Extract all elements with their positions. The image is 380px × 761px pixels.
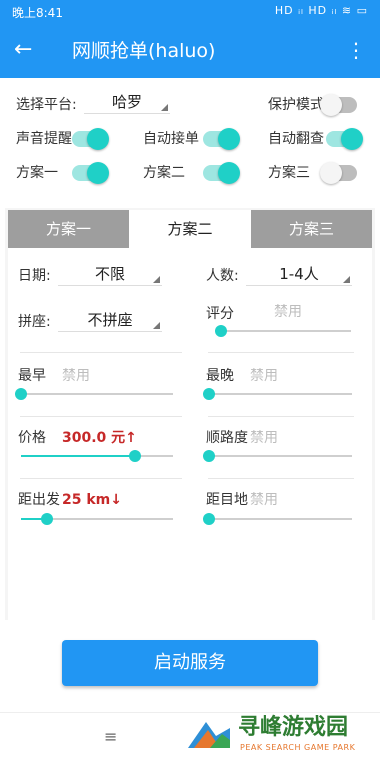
- price-label: 价格: [18, 430, 46, 446]
- latest-value: 禁用: [250, 368, 278, 384]
- plan2-toggle[interactable]: [203, 162, 240, 184]
- earliest-label: 最早: [18, 368, 46, 384]
- divider: [20, 478, 182, 479]
- latest-label: 最晚: [206, 368, 234, 384]
- toggle-knob: [320, 162, 342, 184]
- divider: [208, 478, 354, 479]
- toggle-knob: [87, 162, 109, 184]
- protect-mode-label: 保护模式: [268, 97, 324, 113]
- tab-plan3[interactable]: 方案三: [251, 210, 372, 248]
- tab-plan2[interactable]: 方案二: [129, 210, 251, 248]
- dest-label: 距目地: [206, 492, 248, 508]
- slider-thumb[interactable]: [203, 388, 215, 400]
- watermark-logo: [188, 722, 230, 748]
- dest-value: 禁用: [250, 492, 278, 508]
- toggle-knob: [87, 128, 109, 150]
- divider: [208, 416, 354, 417]
- tab-plan1[interactable]: 方案一: [8, 210, 129, 248]
- platform-select[interactable]: 哈罗: [84, 91, 170, 114]
- slider-thumb[interactable]: [15, 388, 27, 400]
- latest-slider[interactable]: [203, 388, 352, 400]
- slider-thumb[interactable]: [129, 450, 141, 462]
- status-bar: 晚上8:41 HD ᵢₗ HD ᵢₗ ≋ ▭: [0, 0, 380, 24]
- people-select[interactable]: 1-4人: [246, 263, 352, 286]
- rating-value: 禁用: [274, 304, 302, 320]
- auto-flip-label: 自动翻查: [268, 131, 324, 147]
- slider-thumb[interactable]: [40, 513, 53, 525]
- watermark-title: 寻峰游戏园: [238, 715, 349, 740]
- date-label: 日期:: [18, 268, 51, 284]
- dest-slider[interactable]: [203, 513, 352, 525]
- auto-accept-label: 自动接单: [143, 131, 199, 147]
- route-label: 顺路度: [206, 430, 248, 446]
- status-time: 晚上8:41: [12, 6, 63, 20]
- price-value: 300.0 元↑: [62, 430, 137, 446]
- slider-thumb[interactable]: [203, 450, 215, 462]
- plan1-toggle[interactable]: [72, 162, 109, 184]
- slider-fill: [21, 455, 135, 457]
- date-select[interactable]: 不限: [58, 263, 162, 286]
- divider: [20, 352, 182, 353]
- sound-alert-toggle[interactable]: [72, 128, 109, 150]
- page-title: 网顺抢单(haluo): [72, 40, 216, 62]
- sound-alert-label: 声音提醒: [16, 131, 72, 147]
- plan-panel: 日期: 不限 人数: 1-4人 拼座: 不拼座 评分 禁用 最早 禁用 最晚 禁…: [8, 248, 372, 620]
- watermark-subtitle: PEAK SEARCH GAME PARK: [240, 743, 356, 752]
- route-slider[interactable]: [203, 450, 352, 462]
- plan-tabs: 方案一 方案二 方案三: [8, 208, 372, 248]
- auto-accept-toggle[interactable]: [203, 128, 240, 150]
- auto-flip-toggle[interactable]: [326, 128, 363, 150]
- platform-label: 选择平台:: [16, 97, 77, 113]
- carpool-label: 拼座:: [18, 314, 51, 330]
- plan2-label: 方案二: [143, 165, 185, 181]
- slider-thumb[interactable]: [203, 513, 215, 525]
- divider: [20, 416, 182, 417]
- carpool-select[interactable]: 不拼座: [58, 309, 162, 332]
- distance-value: 25 km↓: [62, 492, 122, 508]
- protect-mode-toggle[interactable]: [320, 94, 357, 116]
- price-slider[interactable]: [21, 450, 173, 462]
- plan3-toggle[interactable]: [320, 162, 357, 184]
- plan3-label: 方案三: [268, 165, 310, 181]
- toggle-knob: [218, 128, 240, 150]
- menu-icon[interactable]: ≡: [104, 727, 117, 746]
- overflow-menu-icon[interactable]: ⋮: [346, 36, 366, 64]
- slider-thumb[interactable]: [215, 325, 227, 337]
- earliest-value: 禁用: [62, 368, 90, 384]
- back-arrow-icon[interactable]: ←: [14, 36, 32, 64]
- toggle-knob: [218, 162, 240, 184]
- people-label: 人数:: [206, 268, 239, 284]
- distance-slider[interactable]: [21, 513, 173, 525]
- toggle-knob: [320, 94, 342, 116]
- start-service-button[interactable]: 启动服务: [62, 640, 318, 686]
- app-bar: ← 网顺抢单(haluo) ⋮: [0, 24, 380, 78]
- status-icons: HD ᵢₗ HD ᵢₗ ≋ ▭: [274, 4, 368, 17]
- route-value: 禁用: [250, 430, 278, 446]
- rating-label: 评分: [206, 306, 234, 322]
- rating-slider[interactable]: [215, 325, 351, 337]
- distance-label: 距出发: [18, 492, 60, 508]
- earliest-slider[interactable]: [15, 388, 173, 400]
- plan-card: 方案一 方案二 方案三 日期: 不限 人数: 1-4人 拼座: 不拼座 评分 禁…: [5, 208, 375, 620]
- divider: [208, 352, 354, 353]
- plan1-label: 方案一: [16, 165, 58, 181]
- toggle-knob: [341, 128, 363, 150]
